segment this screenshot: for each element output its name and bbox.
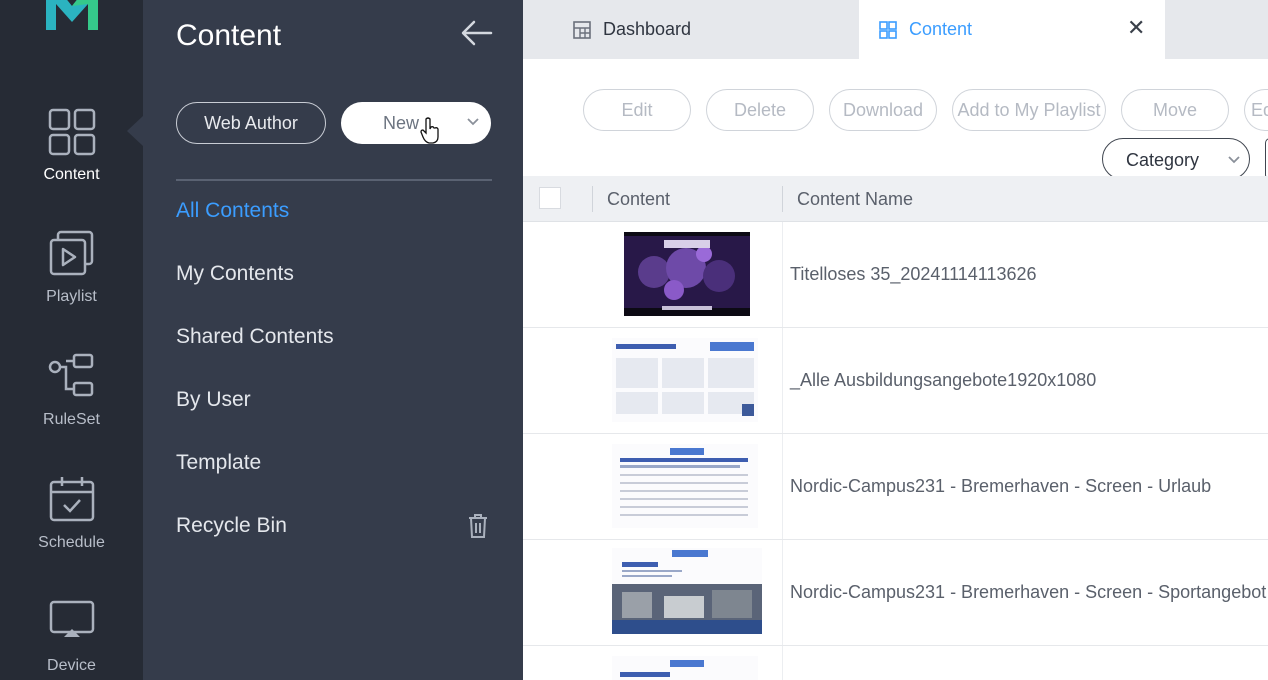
table-row[interactable] bbox=[523, 646, 1268, 680]
nav-item-recycle-bin[interactable]: Recycle Bin bbox=[176, 514, 287, 538]
grid-icon bbox=[48, 108, 95, 156]
column-divider bbox=[782, 186, 783, 212]
grid-icon bbox=[879, 20, 897, 39]
device-icon bbox=[49, 600, 94, 637]
nav-item-by-user[interactable]: By User bbox=[176, 388, 251, 412]
content-name: _Alle Ausbildungsangebote1920x1080 bbox=[790, 370, 1097, 390]
column-header-content-name[interactable]: Content Name bbox=[797, 189, 913, 210]
hand-cursor-icon bbox=[420, 117, 439, 144]
tab-bar: Dashboard Content ✕ bbox=[523, 0, 1268, 59]
download-button[interactable]: Download bbox=[829, 89, 937, 131]
content-thumbnail bbox=[612, 656, 758, 680]
tab-label: Content bbox=[909, 19, 973, 39]
rail-item-ruleset[interactable]: RuleSet bbox=[0, 353, 143, 463]
edit-button[interactable]: Edit bbox=[583, 89, 691, 131]
column-divider bbox=[592, 186, 593, 212]
dashboard-icon bbox=[573, 20, 591, 39]
column-divider bbox=[782, 646, 783, 680]
schedule-icon bbox=[49, 477, 94, 522]
rail-item-content[interactable]: Content bbox=[0, 108, 143, 218]
category-label: Category bbox=[1126, 150, 1200, 170]
tab-dashboard[interactable]: Dashboard bbox=[523, 0, 859, 59]
category-select[interactable]: Category bbox=[1102, 138, 1250, 180]
column-header-content[interactable]: Content bbox=[607, 189, 670, 210]
content-subnav: Content Web Author New All Contents My C… bbox=[143, 0, 523, 680]
rail-item-label: RuleSet bbox=[43, 411, 100, 428]
table-row[interactable]: Nordic-Campus231 - Bremerhaven - Screen … bbox=[523, 434, 1268, 540]
back-arrow-icon[interactable] bbox=[461, 18, 493, 48]
content-thumbnail bbox=[612, 338, 758, 422]
rail-item-schedule[interactable]: Schedule bbox=[0, 476, 143, 586]
icon-rail: Content Playlist RuleSet Schedule Device bbox=[0, 0, 143, 680]
overflow-button[interactable]: Ed bbox=[1244, 89, 1268, 131]
close-icon[interactable]: ✕ bbox=[1127, 15, 1145, 41]
app-logo bbox=[46, 0, 98, 30]
web-author-button[interactable]: Web Author bbox=[176, 102, 326, 144]
tab-content[interactable]: Content ✕ bbox=[859, 0, 1165, 59]
content-thumbnail bbox=[612, 444, 758, 528]
column-divider bbox=[782, 328, 783, 433]
add-to-playlist-button[interactable]: Add to My Playlist bbox=[952, 89, 1106, 131]
active-indicator bbox=[127, 116, 143, 146]
rail-item-label: Playlist bbox=[46, 288, 97, 305]
nav-item-all-contents[interactable]: All Contents bbox=[176, 199, 289, 223]
rail-item-label: Content bbox=[43, 166, 100, 183]
table-row[interactable]: Nordic-Campus231 - Bremerhaven - Screen … bbox=[523, 540, 1268, 646]
rail-item-label: Device bbox=[47, 657, 96, 674]
delete-button[interactable]: Delete bbox=[706, 89, 814, 131]
content-name: Nordic-Campus231 - Bremerhaven - Screen … bbox=[790, 476, 1212, 496]
select-all-checkbox[interactable] bbox=[539, 187, 561, 209]
nav-item-my-contents[interactable]: My Contents bbox=[176, 262, 294, 286]
new-button-label: New bbox=[383, 113, 420, 133]
subnav-divider bbox=[176, 179, 492, 181]
new-dropdown-button[interactable]: New bbox=[341, 102, 491, 144]
column-divider bbox=[782, 434, 783, 539]
nav-item-shared-contents[interactable]: Shared Contents bbox=[176, 325, 334, 349]
content-name: Titelloses 35_20241114113626 bbox=[790, 264, 1037, 284]
chevron-down-icon bbox=[1228, 156, 1240, 164]
column-divider bbox=[782, 540, 783, 645]
table-row[interactable]: _Alle Ausbildungsangebote1920x1080 bbox=[523, 328, 1268, 434]
subnav-title: Content bbox=[176, 19, 282, 52]
content-thumbnail bbox=[624, 232, 750, 316]
nav-item-template[interactable]: Template bbox=[176, 451, 261, 475]
rail-item-playlist[interactable]: Playlist bbox=[0, 230, 143, 340]
tab-label: Dashboard bbox=[603, 19, 692, 39]
playlist-icon bbox=[49, 230, 93, 276]
column-divider bbox=[782, 222, 783, 327]
move-button[interactable]: Move bbox=[1121, 89, 1229, 131]
chevron-down-icon bbox=[467, 118, 479, 126]
ruleset-icon bbox=[48, 353, 93, 397]
content-thumbnail bbox=[612, 548, 762, 634]
table-header: Content Content Name bbox=[523, 176, 1268, 222]
rail-item-label: Schedule bbox=[38, 534, 105, 551]
trash-icon[interactable] bbox=[467, 513, 489, 539]
table-row[interactable]: Titelloses 35_20241114113626 bbox=[523, 222, 1268, 328]
rail-item-device[interactable]: Device bbox=[0, 599, 143, 680]
content-name: Nordic-Campus231 - Bremerhaven - Screen … bbox=[790, 582, 1267, 602]
